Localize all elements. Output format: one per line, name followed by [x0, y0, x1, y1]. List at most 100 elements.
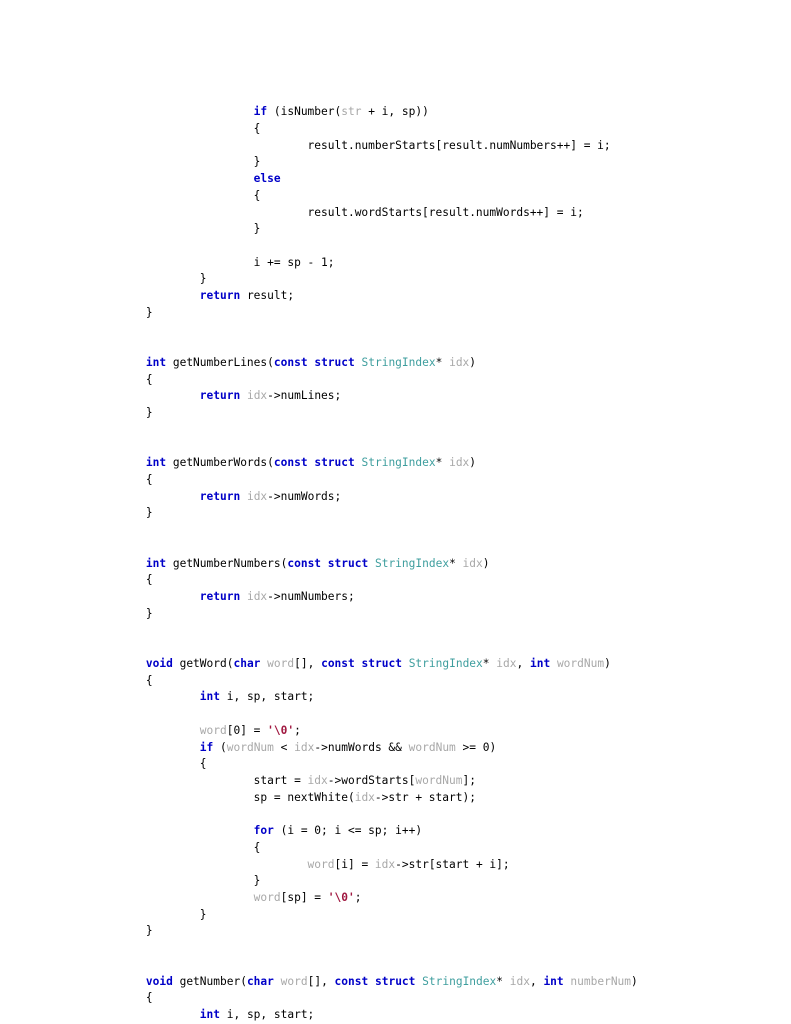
code-token-kw: return — [199, 489, 241, 503]
code-token-var: wordNum — [415, 773, 463, 787]
code-line: { — [92, 840, 638, 857]
code-line: int i, sp, start; — [92, 689, 638, 706]
code-token-pln — [368, 975, 375, 988]
code-token-pln: ->numLines; — [267, 389, 342, 403]
code-token-var: numberNum — [570, 974, 632, 988]
code-token-pln: [sp] = — [280, 890, 328, 904]
code-token-pln: , — [529, 974, 544, 988]
code-line: { — [92, 472, 638, 489]
code-token-pln: * — [482, 656, 497, 670]
code-token-kw: else — [253, 172, 281, 186]
code-line: start = idx->wordStarts[wordNum]; — [92, 773, 638, 790]
code-token-var: idx — [496, 656, 517, 670]
code-token-str: '\0' — [327, 890, 355, 904]
code-line: word[sp] = '\0'; — [92, 890, 638, 907]
code-token-var: idx — [307, 773, 328, 787]
code-line: } — [92, 606, 638, 623]
code-line: return idx->numLines; — [92, 388, 638, 405]
code-token-kw: return — [199, 590, 241, 604]
code-token-pln: { — [145, 673, 153, 687]
code-token-var: word — [280, 974, 308, 988]
code-token-pln: ->str + start); — [374, 790, 476, 804]
code-token-pln — [355, 657, 362, 670]
code-token-pln: } — [145, 506, 153, 520]
code-line: i += sp - 1; — [92, 255, 638, 272]
code-line: } — [92, 873, 638, 890]
code-token-kw: if — [199, 740, 214, 754]
code-line: result.wordStarts[result.numWords++] = i… — [92, 205, 638, 222]
code-token-var: word — [199, 723, 227, 737]
code-token-pln: i += sp - 1; — [253, 255, 335, 269]
code-token-pln: } — [253, 222, 261, 236]
code-token-pln: { — [145, 573, 153, 587]
code-token-pln: ) — [469, 456, 477, 470]
code-token-pln: getNumberLines( — [166, 355, 274, 369]
code-token-var: idx — [449, 355, 470, 369]
code-token-var: str — [341, 105, 362, 119]
code-token-pln: ->numNumbers; — [267, 590, 355, 604]
code-token-pln: } — [145, 606, 153, 620]
code-line: if (isNumber(str + i, sp)) — [92, 104, 638, 121]
code-token-kw: int — [145, 355, 167, 369]
code-token-var: idx — [246, 389, 268, 403]
code-token-kw: int — [145, 556, 167, 570]
code-token-pln: ( — [213, 740, 227, 754]
code-token-pln: < — [273, 740, 295, 754]
code-token-kw: int — [145, 456, 167, 470]
code-token-pln: } — [145, 305, 153, 319]
code-token-pln: ) — [482, 556, 490, 570]
code-line: { — [92, 372, 638, 389]
code-token-var: word — [307, 857, 335, 871]
code-token-kw: if — [253, 105, 268, 119]
code-token-pln: ->numWords; — [267, 489, 342, 503]
code-token-kw: const — [273, 456, 308, 470]
code-token-pln: * — [435, 456, 450, 470]
code-token-kw: char — [233, 656, 261, 670]
code-token-kw: struct — [314, 456, 355, 470]
code-token-pln: getNumber( — [172, 974, 247, 988]
code-token-var: wordNum — [226, 740, 274, 754]
code-token-kw: for — [253, 824, 274, 838]
code-token-kw: struct — [361, 656, 402, 670]
code-token-var: wordNum — [556, 656, 605, 670]
code-token-var: word — [253, 890, 281, 904]
code-token-pln: * — [435, 355, 450, 369]
code-token-pln: ->numWords && — [314, 740, 409, 754]
code-line: { — [92, 756, 638, 773]
code-token-pln: result.wordStarts[result.numWords++] = i… — [307, 205, 584, 219]
code-token-pln: result; — [240, 289, 295, 303]
code-token-pln: result.numberStarts[result.numNumbers++]… — [307, 138, 611, 152]
code-token-pln: sp = nextWhite( — [253, 790, 355, 804]
code-line: } — [92, 271, 638, 288]
code-token-pln: { — [145, 473, 153, 486]
code-token-str: '\0' — [267, 723, 295, 737]
code-token-pln: getWord( — [172, 656, 234, 670]
code-token-typ: StringIndex — [408, 656, 483, 670]
code-line: { — [92, 990, 638, 1007]
code-token-pln: * — [496, 974, 510, 988]
code-token-kw: int — [199, 1008, 220, 1021]
code-token-pln: { — [199, 757, 207, 771]
